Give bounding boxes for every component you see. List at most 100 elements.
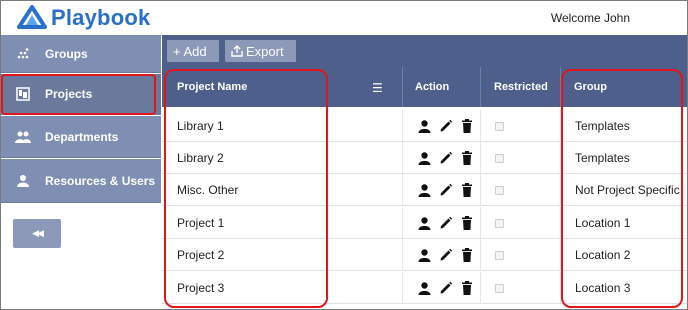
group-cell[interactable]: Not Project Specific: [575, 174, 680, 206]
column-divider: [402, 207, 403, 239]
restricted-cell: [495, 239, 504, 271]
project-name-cell[interactable]: Project 2: [177, 239, 224, 271]
double-chevron-left-icon: ◀◀: [32, 228, 44, 238]
restricted-cell: [495, 272, 504, 304]
row-actions: [418, 239, 473, 271]
sidebar-item-label: Departments: [45, 129, 119, 144]
group-cell[interactable]: Templates: [575, 142, 630, 174]
column-divider: [480, 110, 481, 142]
assign-user-icon[interactable]: [418, 119, 431, 133]
restricted-cell: [495, 174, 504, 206]
sidebar-item-label: Groups: [45, 46, 88, 61]
row-actions: [418, 272, 473, 304]
project-name-cell[interactable]: Misc. Other: [177, 174, 238, 206]
column-divider: [480, 272, 481, 304]
edit-pencil-icon[interactable]: [439, 248, 453, 262]
group-cell[interactable]: Location 2: [575, 239, 630, 271]
sidebar: Groups Projects Departments Resources & …: [1, 35, 161, 309]
assign-user-icon[interactable]: [418, 151, 431, 165]
edit-pencil-icon[interactable]: [439, 151, 453, 165]
group-cell[interactable]: Templates: [575, 110, 630, 142]
assign-user-icon[interactable]: [418, 183, 431, 197]
table-row[interactable]: Project 1 Location 1: [162, 207, 687, 239]
delete-trash-icon[interactable]: [461, 119, 473, 133]
delete-trash-icon[interactable]: [461, 151, 473, 165]
app-name: Playbook: [51, 5, 151, 30]
table-row[interactable]: Project 2 Location 2: [162, 239, 687, 271]
edit-pencil-icon[interactable]: [439, 216, 453, 230]
assign-user-icon[interactable]: [418, 248, 431, 262]
row-actions: [418, 110, 473, 142]
assign-user-icon[interactable]: [418, 281, 431, 295]
restricted-checkbox[interactable]: [495, 185, 504, 195]
group-cell[interactable]: Location 1: [575, 207, 630, 239]
table-header: Project Name ☰ Action Restricted Group: [162, 67, 687, 107]
column-divider: [560, 174, 561, 206]
column-divider: [402, 67, 403, 107]
delete-trash-icon[interactable]: [461, 216, 473, 230]
sidebar-item-resources-users[interactable]: Resources & Users: [1, 159, 161, 203]
groups-dots-icon: [1, 47, 45, 60]
app-logo[interactable]: Playbook: [17, 5, 150, 31]
column-menu-icon[interactable]: ☰: [372, 81, 383, 95]
column-divider: [402, 272, 403, 304]
people-icon: [1, 131, 45, 143]
project-name-cell[interactable]: Library 2: [177, 142, 224, 174]
column-header-restricted[interactable]: Restricted: [494, 67, 548, 107]
top-bar: Playbook Welcome John: [1, 1, 687, 35]
edit-pencil-icon[interactable]: [439, 119, 453, 133]
sidebar-item-departments[interactable]: Departments: [1, 116, 161, 158]
group-cell[interactable]: Location 3: [575, 272, 630, 304]
edit-pencil-icon[interactable]: [439, 183, 453, 197]
column-header-action[interactable]: Action: [415, 67, 449, 107]
projects-icon: [1, 87, 45, 101]
column-divider: [560, 239, 561, 271]
row-actions: [418, 207, 473, 239]
restricted-checkbox[interactable]: [495, 283, 504, 293]
table-row[interactable]: Misc. Other Not Project Specific: [162, 174, 687, 206]
sidebar-item-groups[interactable]: Groups: [1, 35, 161, 73]
column-divider: [402, 110, 403, 142]
export-icon: [231, 45, 243, 57]
sidebar-item-label: Resources & Users: [45, 173, 156, 188]
column-header-group[interactable]: Group: [574, 67, 607, 107]
table-row[interactable]: Library 2 Templates: [162, 142, 687, 174]
restricted-cell: [495, 207, 504, 239]
table-row[interactable]: Library 1 Templates: [162, 110, 687, 142]
edit-pencil-icon[interactable]: [439, 281, 453, 295]
sidebar-item-projects[interactable]: Projects: [1, 74, 161, 115]
restricted-checkbox[interactable]: [495, 121, 504, 131]
column-divider: [480, 67, 481, 107]
assign-user-icon[interactable]: [418, 216, 431, 230]
playbook-logo-icon: [17, 5, 47, 29]
column-divider: [402, 142, 403, 174]
sidebar-item-label: Projects: [45, 87, 93, 101]
column-divider: [560, 272, 561, 304]
column-divider: [560, 67, 561, 107]
restricted-cell: [495, 110, 504, 142]
project-name-cell[interactable]: Project 1: [177, 207, 224, 239]
restricted-checkbox[interactable]: [495, 153, 504, 163]
column-divider: [480, 174, 481, 206]
add-button[interactable]: + Add: [167, 40, 219, 62]
restricted-checkbox[interactable]: [495, 218, 504, 228]
welcome-text: Welcome John: [550, 11, 630, 25]
table-row[interactable]: Project 3 Location 3: [162, 272, 687, 304]
delete-trash-icon[interactable]: [461, 248, 473, 262]
column-divider: [560, 142, 561, 174]
column-divider: [480, 142, 481, 174]
column-divider: [402, 239, 403, 271]
export-button[interactable]: Export: [225, 40, 296, 62]
column-header-project-name[interactable]: Project Name: [177, 67, 247, 107]
person-icon: [1, 174, 45, 187]
delete-trash-icon[interactable]: [461, 183, 473, 197]
collapse-sidebar-button[interactable]: ◀◀: [13, 219, 61, 248]
column-divider: [480, 239, 481, 271]
toolbar: + Add Export: [162, 35, 687, 67]
project-name-cell[interactable]: Library 1: [177, 110, 224, 142]
delete-trash-icon[interactable]: [461, 281, 473, 295]
export-label: Export: [246, 43, 284, 59]
restricted-checkbox[interactable]: [495, 250, 504, 260]
row-actions: [418, 174, 473, 206]
project-name-cell[interactable]: Project 3: [177, 272, 224, 304]
